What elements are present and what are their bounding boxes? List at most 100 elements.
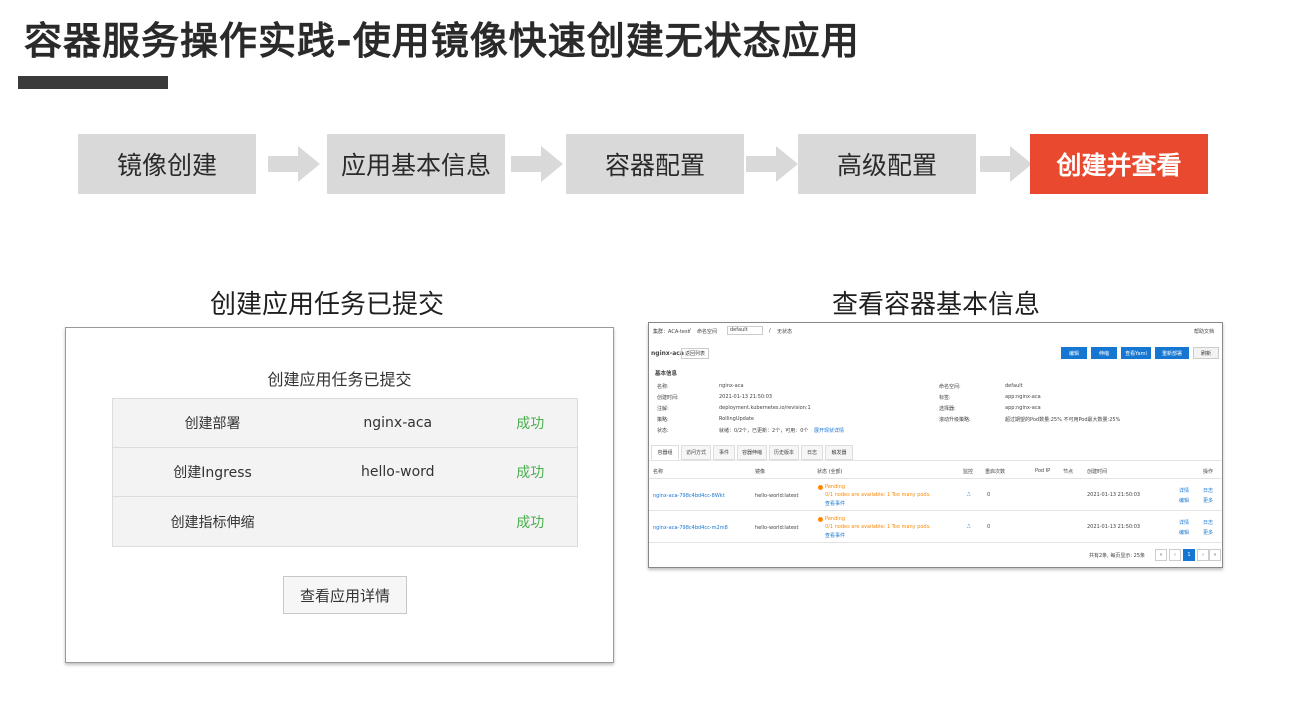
prev-page-icon[interactable]: ‹	[1169, 549, 1181, 561]
step-create-and-view: 创建并查看	[1030, 134, 1208, 194]
info-label: 选择器:	[939, 406, 956, 412]
pod-created-time: 2021-01-13 21:50:03	[1087, 524, 1141, 530]
breadcrumb-cluster[interactable]: 集群：ACA-test	[653, 328, 690, 335]
pod-more-link[interactable]: 更多	[1203, 497, 1213, 504]
view-app-details-button[interactable]: 查看应用详情	[283, 576, 407, 614]
info-value: default	[1005, 383, 1023, 389]
view-events-link[interactable]: 查看事件	[825, 532, 845, 539]
left-section-title: 创建应用任务已提交	[210, 290, 445, 320]
pending-status-icon	[818, 517, 823, 522]
task-panel-title: 创建应用任务已提交	[267, 370, 412, 389]
pod-logs-link[interactable]: 日志	[1203, 519, 1213, 526]
pod-status: Pending	[825, 516, 845, 522]
column-header[interactable]: 状态 (全部)	[817, 468, 843, 475]
task-name: 创建Ingress	[173, 465, 252, 481]
container-detail-screenshot: 集群：ACA-test / 命名空间 default / 无状态 帮助文档 ng…	[648, 322, 1223, 568]
tab-logs[interactable]: 日志	[801, 445, 823, 460]
pod-more-link[interactable]: 更多	[1203, 529, 1213, 536]
table-row: 创建Ingress hello-word 成功	[113, 448, 577, 497]
info-label: 注解:	[657, 406, 669, 412]
monitor-icon[interactable]: ⎍	[967, 524, 971, 530]
pod-restarts: 0	[987, 524, 991, 530]
info-value: RollingUpdate	[719, 416, 754, 422]
page-number-current[interactable]: 1	[1183, 549, 1195, 561]
pod-details-link[interactable]: 详情	[1179, 519, 1189, 526]
step-app-basic-info: 应用基本信息	[327, 134, 505, 194]
task-name: 创建部署	[184, 416, 241, 432]
edit-button[interactable]: 编辑	[1061, 347, 1087, 359]
info-label: 标签:	[939, 395, 951, 401]
column-header: 操作	[1203, 469, 1214, 475]
pod-status: Pending	[825, 484, 845, 490]
tab-pods[interactable]: 容器组	[651, 445, 679, 460]
basic-info-title: 基本信息	[655, 371, 678, 377]
task-status: 成功	[516, 514, 545, 531]
column-header: Pod IP	[1035, 468, 1051, 474]
column-header: 重启次数	[985, 469, 1006, 475]
step-advanced-config: 高级配置	[798, 134, 976, 194]
slide: 容器服务操作实践-使用镜像快速创建无状态应用 镜像创建 应用基本信息 容器配置 …	[0, 0, 1292, 708]
tabs-divider	[649, 460, 1222, 461]
tab-events[interactable]: 事件	[713, 445, 735, 460]
next-page-icon[interactable]: ›	[1197, 549, 1209, 561]
task-table: 创建部署 nginx-aca 成功 创建Ingress hello-word 成…	[112, 398, 578, 547]
header-divider	[649, 478, 1222, 479]
app-name: nginx-aca	[651, 350, 684, 357]
arrow-right-icon	[980, 146, 1032, 182]
info-label: 策略:	[657, 417, 669, 423]
info-label: 命名空间:	[939, 384, 961, 390]
tab-scaling[interactable]: 容器伸缩	[737, 445, 767, 460]
info-label: 名称:	[657, 384, 669, 390]
task-submitted-panel: 创建应用任务已提交 创建部署 nginx-aca 成功 创建Ingress he…	[65, 327, 614, 663]
tab-access[interactable]: 访问方式	[681, 445, 711, 460]
monitor-icon[interactable]: ⎍	[967, 492, 971, 498]
pod-status-message: 0/1 nodes are available: 1 Too many pods…	[825, 524, 931, 530]
tab-history[interactable]: 历史版本	[769, 445, 799, 460]
pod-name-link[interactable]: nginx-aca-798c4bd4cc-8Wkt	[653, 493, 725, 499]
view-yaml-button[interactable]: 查看Yaml	[1121, 347, 1151, 359]
info-value: 就绪：0/2个，已更新：2个，可用：0个	[719, 428, 809, 434]
pod-status-message: 0/1 nodes are available: 1 Too many pods…	[825, 492, 931, 498]
info-label: 状态:	[657, 428, 669, 434]
view-events-link[interactable]: 查看事件	[825, 500, 845, 507]
arrow-right-icon	[511, 146, 563, 182]
pod-details-link[interactable]: 详情	[1179, 487, 1189, 494]
scale-button[interactable]: 伸缩	[1091, 347, 1117, 359]
expand-status-link[interactable]: 展开现状详情	[814, 427, 844, 434]
task-target: hello-word	[360, 464, 435, 480]
refresh-button[interactable]: 刷新	[1193, 347, 1219, 359]
column-header: 名称	[653, 469, 664, 475]
title-underline-bar	[18, 76, 168, 89]
pod-restarts: 0	[987, 492, 991, 498]
breadcrumb-namespace-label: 命名空间	[697, 329, 718, 335]
pod-image: hello-world:latest	[755, 493, 799, 499]
pod-edit-link[interactable]: 编辑	[1179, 497, 1189, 504]
pagination-summary: 共有2条, 每页显示: 25条	[1089, 553, 1145, 559]
breadcrumb-separator: /	[769, 328, 771, 334]
info-value: deployment.kubernetes.io/revision:1	[719, 405, 811, 411]
info-value: nginx-aca	[719, 383, 744, 389]
back-to-list-button[interactable]: 返回列表	[681, 348, 710, 359]
pod-logs-link[interactable]: 日志	[1203, 487, 1213, 494]
step-image-create: 镜像创建	[78, 134, 256, 194]
pod-edit-link[interactable]: 编辑	[1179, 529, 1189, 536]
breadcrumb-stateless: 无状态	[777, 329, 793, 335]
help-doc-link[interactable]: 帮助文档	[1194, 328, 1214, 335]
first-page-icon[interactable]: «	[1155, 549, 1167, 561]
task-name: 创建指标伸缩	[170, 514, 255, 531]
right-section-title: 查看容器基本信息	[832, 290, 1041, 320]
slide-title: 容器服务操作实践-使用镜像快速创建无状态应用	[24, 19, 860, 63]
task-target: nginx-aca	[363, 415, 433, 431]
arrow-right-icon	[746, 146, 798, 182]
redeploy-button[interactable]: 重新部署	[1155, 347, 1189, 359]
pod-created-time: 2021-01-13 21:50:03	[1087, 492, 1141, 498]
info-value: app:nginx-aca	[1005, 405, 1041, 411]
breadcrumb-separator: /	[689, 328, 691, 334]
pending-status-icon	[818, 485, 823, 490]
pod-image: hello-world:latest	[755, 525, 799, 531]
last-page-icon[interactable]: »	[1209, 549, 1221, 561]
tab-triggers[interactable]: 触发器	[825, 445, 853, 460]
namespace-select[interactable]: default	[727, 326, 763, 335]
info-value: app:nginx-aca	[1005, 394, 1041, 400]
pod-name-link[interactable]: nginx-aca-798c4bd4cc-m2m8	[653, 525, 728, 531]
